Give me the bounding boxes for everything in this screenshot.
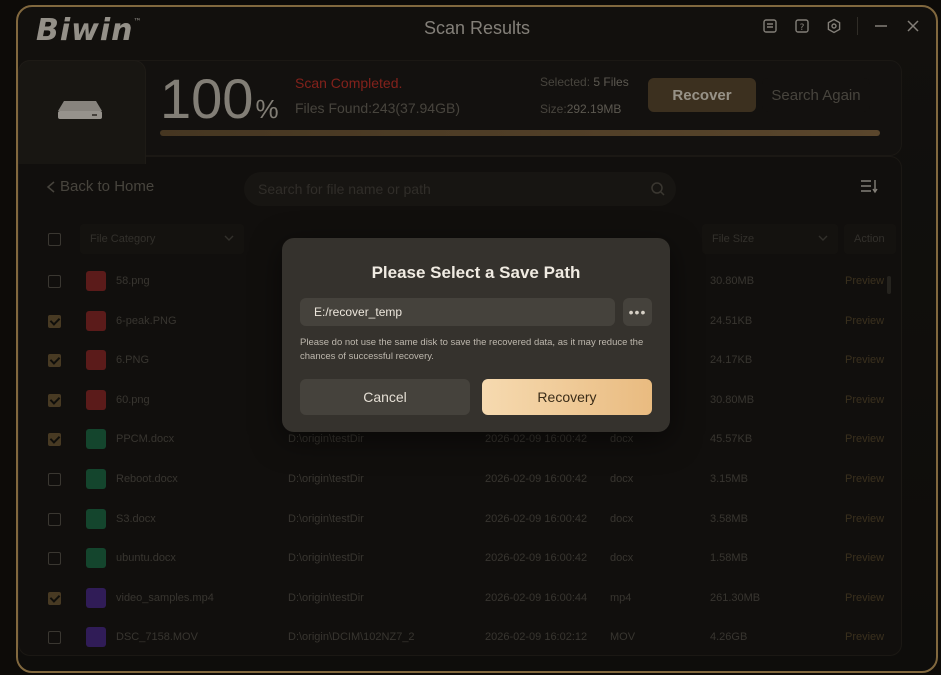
dialog-warning-note: Please do not use the same disk to save … — [300, 337, 644, 362]
recovery-button[interactable]: Recovery — [482, 379, 652, 415]
save-path-dialog: Please Select a Save Path ••• Please do … — [282, 238, 670, 432]
dialog-title: Please Select a Save Path — [371, 263, 581, 282]
save-path-input[interactable] — [300, 298, 615, 326]
browse-button[interactable]: ••• — [623, 298, 652, 326]
cancel-button[interactable]: Cancel — [300, 379, 470, 415]
